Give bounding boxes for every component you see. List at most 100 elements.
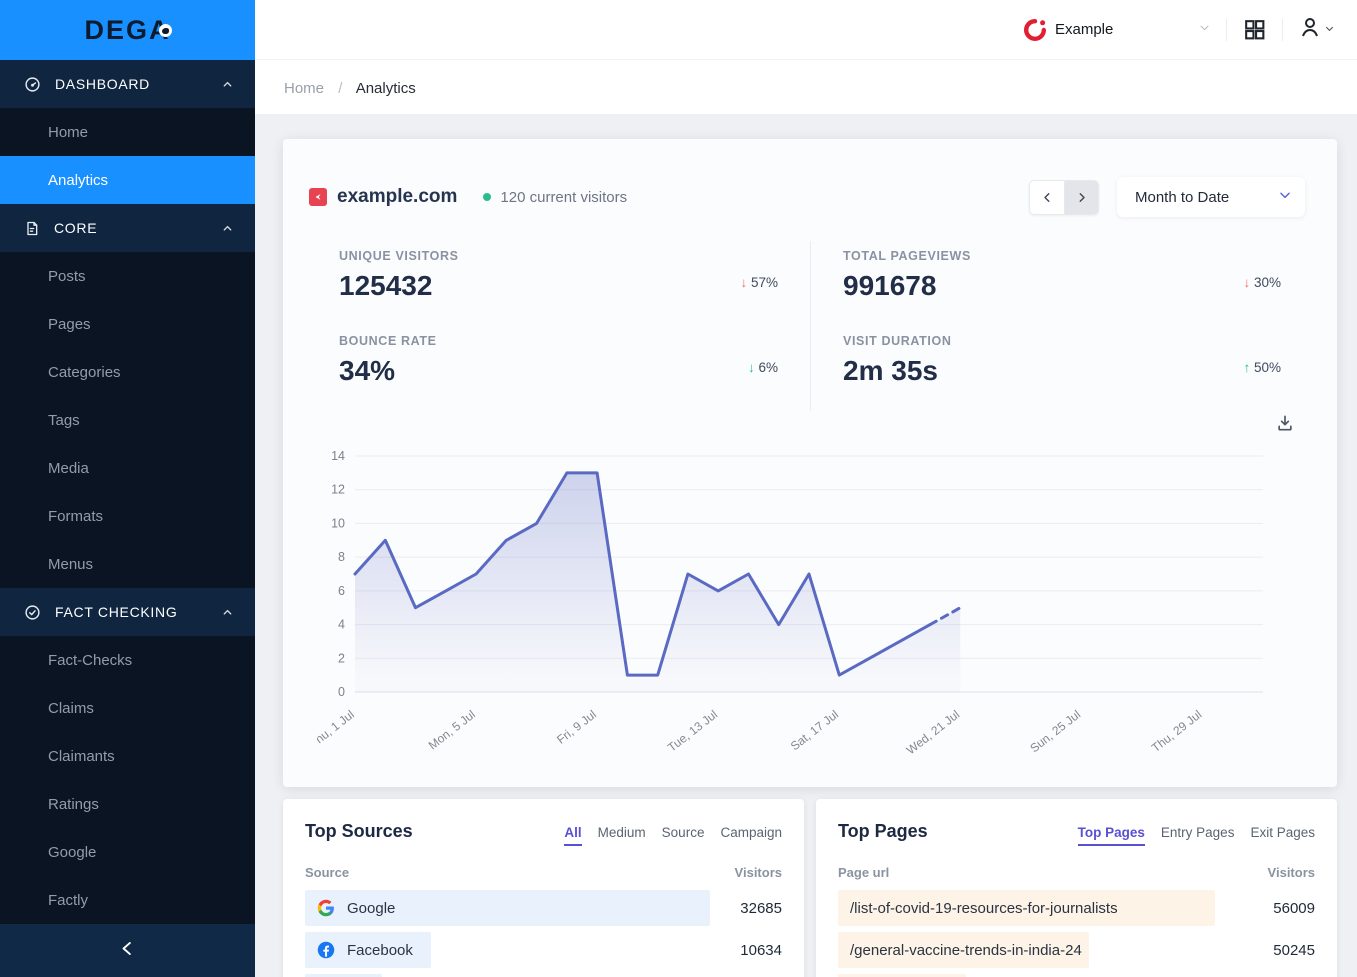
tab-entry-pages[interactable]: Entry Pages [1161, 825, 1235, 846]
date-range-value: Month to Date [1135, 189, 1229, 206]
table-row[interactable]: Facebook10634 [305, 932, 782, 968]
current-visitors: 120 current visitors [500, 189, 627, 206]
arrow-down-icon: ↓ [1243, 275, 1250, 290]
top-pages-title: Top Pages [838, 821, 928, 842]
stat-visit-duration: VISIT DURATION2m 35s↑ 50% [811, 326, 1313, 411]
sidebar-section-fact-checking[interactable]: FACT CHECKING [0, 588, 255, 636]
svg-text:14: 14 [331, 449, 345, 463]
section-label: FACT CHECKING [55, 604, 177, 620]
chevron-down-icon [1278, 188, 1292, 206]
prev-period-button[interactable] [1029, 180, 1064, 215]
chevron-down-icon [1198, 21, 1211, 39]
column-visitors: Visitors [1268, 865, 1315, 880]
dashboard-icon [24, 76, 41, 93]
table-row[interactable]: /list-of-covid-19-resources-for-journali… [838, 890, 1315, 926]
divider [1226, 19, 1227, 41]
svg-text:Mon, 5 Jul: Mon, 5 Jul [426, 707, 478, 752]
svg-text:10: 10 [331, 516, 345, 530]
sidebar-item-posts[interactable]: Posts [0, 252, 255, 300]
stats-grid: UNIQUE VISITORS125432↓ 57%BOUNCE RATE34%… [307, 241, 1313, 411]
arrow-up-icon: ↑ [1243, 360, 1250, 375]
live-dot-icon [483, 193, 491, 201]
main-area: Example Home / Analytics [255, 0, 1357, 977]
sidebar-item-categories[interactable]: Categories [0, 348, 255, 396]
breadcrumb-separator: / [338, 80, 342, 97]
svg-text:Fri, 9 Jul: Fri, 9 Jul [554, 707, 599, 746]
workspace-name: Example [1055, 21, 1113, 38]
chevron-up-icon [222, 79, 233, 90]
top-pages-card: Top Pages Top Pages Entry Pages Exit Pages… [816, 799, 1337, 977]
sidebar-item-claimants[interactable]: Claimants [0, 732, 255, 780]
sidebar-item-pages[interactable]: Pages [0, 300, 255, 348]
sidebar-item-media[interactable]: Media [0, 444, 255, 492]
sidebar-section-core[interactable]: CORE [0, 204, 255, 252]
arrow-down-icon: ↓ [748, 360, 755, 375]
column-source: Source [305, 865, 349, 880]
chevron-down-icon [1324, 21, 1335, 39]
sidebar-item-menus[interactable]: Menus [0, 540, 255, 588]
top-sources-title: Top Sources [305, 821, 413, 842]
sidebar-item-analytics[interactable]: Analytics [0, 156, 255, 204]
logo-text: DEGA [84, 15, 170, 45]
workspace-logo-icon [1023, 18, 1047, 42]
facebook-icon [317, 941, 335, 959]
top-sources-card: Top Sources All Medium Source Campaign Sour… [283, 799, 804, 977]
sidebar-item-factly[interactable]: Factly [0, 876, 255, 924]
user-icon [1298, 15, 1322, 44]
sidebar: DEGA DASHBOARDHomeAnalytics CORE PostsPage… [0, 0, 255, 977]
section-label: CORE [54, 220, 97, 236]
column-page-url: Page url [838, 865, 889, 880]
sidebar-item-fact-checks[interactable]: Fact-Checks [0, 636, 255, 684]
tab-campaign[interactable]: Campaign [720, 825, 782, 846]
topbar: Example [255, 0, 1357, 60]
svg-text:12: 12 [331, 483, 345, 497]
svg-text:8: 8 [338, 550, 345, 564]
profile-menu[interactable] [1298, 15, 1335, 44]
sidebar-item-formats[interactable]: Formats [0, 492, 255, 540]
svg-text:4: 4 [338, 618, 345, 632]
tab-source[interactable]: Source [662, 825, 705, 846]
svg-text:Wed, 21 Jul: Wed, 21 Jul [904, 707, 962, 757]
next-period-button[interactable] [1064, 180, 1099, 215]
svg-text:Tue, 13 Jul: Tue, 13 Jul [665, 707, 720, 754]
breadcrumb: Home / Analytics [255, 60, 1357, 114]
divider [1282, 19, 1283, 41]
svg-text:Sat, 17 Jul: Sat, 17 Jul [788, 707, 841, 753]
download-icon[interactable] [1275, 413, 1295, 438]
tab-exit-pages[interactable]: Exit Pages [1250, 825, 1315, 846]
sidebar-item-home[interactable]: Home [0, 108, 255, 156]
table-row[interactable]: Google32685 [305, 890, 782, 926]
stat-unique-visitors: UNIQUE VISITORS125432↓ 57% [307, 241, 810, 326]
core-icon [24, 220, 40, 237]
sidebar-item-google[interactable]: Google [0, 828, 255, 876]
workspace-selector[interactable]: Example [1023, 18, 1211, 42]
site-name: example.com [337, 186, 457, 208]
chevron-up-icon [222, 223, 233, 234]
google-icon [317, 899, 335, 917]
sidebar-nav: DASHBOARDHomeAnalytics CORE PostsPagesCate… [0, 60, 255, 924]
stat-total-pageviews: TOTAL PAGEVIEWS991678↓ 30% [811, 241, 1313, 326]
column-visitors: Visitors [735, 865, 782, 880]
fact-checking-icon [24, 604, 41, 621]
logo-band[interactable]: DEGA [0, 0, 255, 60]
sidebar-section-dashboard[interactable]: DASHBOARD [0, 60, 255, 108]
sidebar-item-ratings[interactable]: Ratings [0, 780, 255, 828]
svg-text:6: 6 [338, 584, 345, 598]
svg-text:Thu, 29 Jul: Thu, 29 Jul [1149, 707, 1204, 755]
chevron-up-icon [222, 607, 233, 618]
tab-medium[interactable]: Medium [598, 825, 646, 846]
svg-text:Thu, 1 Jul: Thu, 1 Jul [317, 707, 357, 750]
table-row[interactable]: /general-vaccine-trends-in-india-2450245 [838, 932, 1315, 968]
arrow-down-icon: ↓ [740, 275, 747, 290]
svg-text:2: 2 [338, 651, 345, 665]
sidebar-item-claims[interactable]: Claims [0, 684, 255, 732]
tab-all[interactable]: All [564, 825, 581, 846]
svg-text:0: 0 [338, 685, 345, 699]
bird-icon [159, 24, 172, 37]
apps-grid-icon[interactable] [1242, 17, 1267, 42]
date-range-select[interactable]: Month to Date [1117, 177, 1305, 217]
sidebar-collapse-button[interactable] [0, 924, 255, 977]
breadcrumb-home[interactable]: Home [284, 80, 324, 97]
tab-top-pages[interactable]: Top Pages [1078, 825, 1145, 846]
sidebar-item-tags[interactable]: Tags [0, 396, 255, 444]
